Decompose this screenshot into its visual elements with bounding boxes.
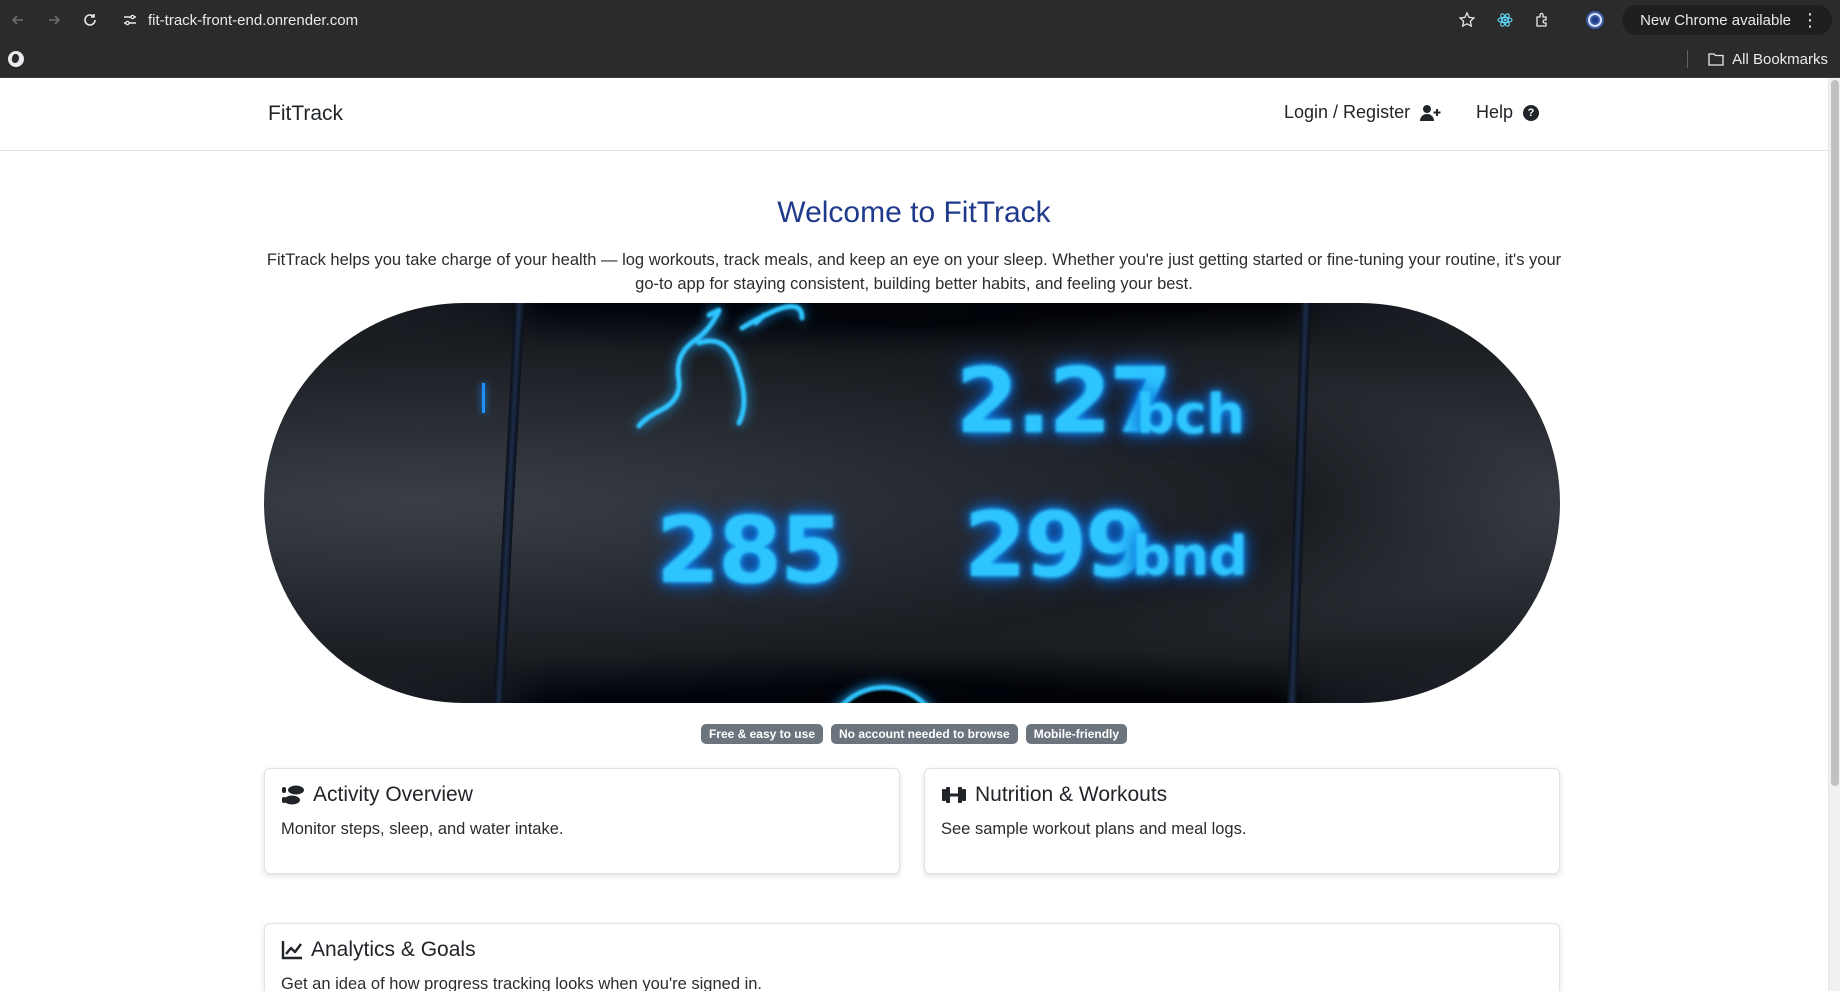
readout-heart-unit: bnd — [1132, 525, 1248, 588]
card-title: Activity Overview — [313, 783, 473, 806]
bookmark-star-button[interactable] — [1448, 0, 1486, 40]
tracker-bezel-left — [493, 303, 525, 703]
card-title-row: Nutrition & Workouts — [941, 783, 1167, 807]
tracker-glow — [482, 383, 485, 413]
hero-description: FitTrack helps you take charge of your h… — [266, 251, 1562, 293]
readout-speed-unit: bch — [1136, 383, 1246, 446]
brand-link[interactable]: FitTrack — [268, 102, 343, 126]
globe-bookmark-icon[interactable] — [8, 50, 24, 67]
forward-button[interactable] — [36, 2, 72, 38]
page-scrollbar[interactable] — [1828, 78, 1840, 991]
reload-button[interactable] — [72, 2, 108, 38]
card-text: Get an idea of how progress tracking loo… — [281, 975, 763, 991]
card-analytics-goals[interactable]: Analytics & Goals Get an idea of how pro… — [264, 923, 1560, 991]
react-devtools-extension[interactable] — [1486, 0, 1524, 40]
card-title-row: Activity Overview — [281, 783, 473, 807]
card-nutrition-workouts[interactable]: Nutrition & Workouts See sample workout … — [924, 768, 1560, 874]
bookmarks-bar: All Bookmarks — [0, 40, 1840, 78]
card-title: Nutrition & Workouts — [975, 783, 1168, 806]
page-viewport: FitTrack Login / Register Help ? Welcome… — [0, 78, 1840, 991]
profile-icon — [1586, 11, 1605, 29]
login-register-link[interactable]: Login / Register — [1284, 102, 1442, 123]
address-bar[interactable]: fit-track-front-end.onrender.com — [148, 12, 358, 29]
bookmarks-divider — [1687, 50, 1688, 68]
page-title: Welcome to FitTrack — [777, 196, 1051, 229]
login-register-label: Login / Register — [1284, 102, 1411, 122]
back-button[interactable] — [0, 2, 36, 38]
card-text: See sample workout plans and meal logs. — [941, 820, 1247, 838]
scrollbar-thumb[interactable] — [1831, 80, 1839, 786]
runner-icon — [636, 303, 805, 429]
card-title: Analytics & Goals — [311, 938, 476, 961]
help-label: Help — [1476, 102, 1514, 122]
line-chart-icon — [281, 940, 303, 960]
card-activity-overview[interactable]: Activity Overview Monitor steps, sleep, … — [264, 768, 900, 874]
tracker-arc — [824, 685, 944, 703]
chrome-update-button[interactable]: New Chrome available ⋮ — [1622, 5, 1832, 35]
tune-icon — [124, 14, 136, 26]
puzzle-icon — [1536, 12, 1547, 27]
badge-mobile: Mobile-friendly — [1025, 724, 1128, 744]
tracker-bezel-right — [1287, 303, 1311, 703]
site-info-button[interactable] — [116, 12, 144, 28]
feature-badges: Free & easy to use No account needed to … — [0, 724, 1828, 744]
user-plus-icon — [1420, 104, 1441, 121]
reload-icon — [84, 14, 96, 26]
site-navbar: FitTrack Login / Register Help ? — [0, 78, 1828, 151]
extensions-button[interactable] — [1524, 0, 1562, 40]
star-icon — [1458, 11, 1476, 28]
card-text: Monitor steps, sleep, and water intake. — [281, 820, 564, 838]
folder-icon — [1708, 53, 1724, 66]
badge-no-account: No account needed to browse — [831, 724, 1018, 744]
readout-heart: 299 — [964, 493, 1148, 598]
card-title-row: Analytics & Goals — [281, 938, 476, 962]
badge-free: Free & easy to use — [700, 724, 823, 744]
all-bookmarks-button[interactable]: All Bookmarks — [1708, 40, 1828, 78]
all-bookmarks-label: All Bookmarks — [1732, 50, 1828, 68]
browser-toolbar: fit-track-front-end.onrender.com New Chr… — [0, 0, 1840, 40]
arrow-right-icon — [49, 15, 61, 25]
dumbbell-icon — [941, 785, 967, 805]
question-circle-icon: ? — [1523, 104, 1540, 121]
profile-avatar[interactable] — [1576, 0, 1614, 40]
shoe-prints-icon — [281, 784, 305, 806]
react-icon — [1497, 13, 1513, 27]
hero-fitness-tracker-image: 2.27 bch 285 299 bnd — [264, 303, 1560, 703]
readout-steps: 285 — [656, 497, 844, 604]
help-link[interactable]: Help ? — [1476, 102, 1540, 123]
more-menu-icon: ⋮ — [1801, 10, 1819, 30]
update-label: New Chrome available — [1640, 11, 1791, 29]
arrow-left-icon — [11, 15, 23, 25]
